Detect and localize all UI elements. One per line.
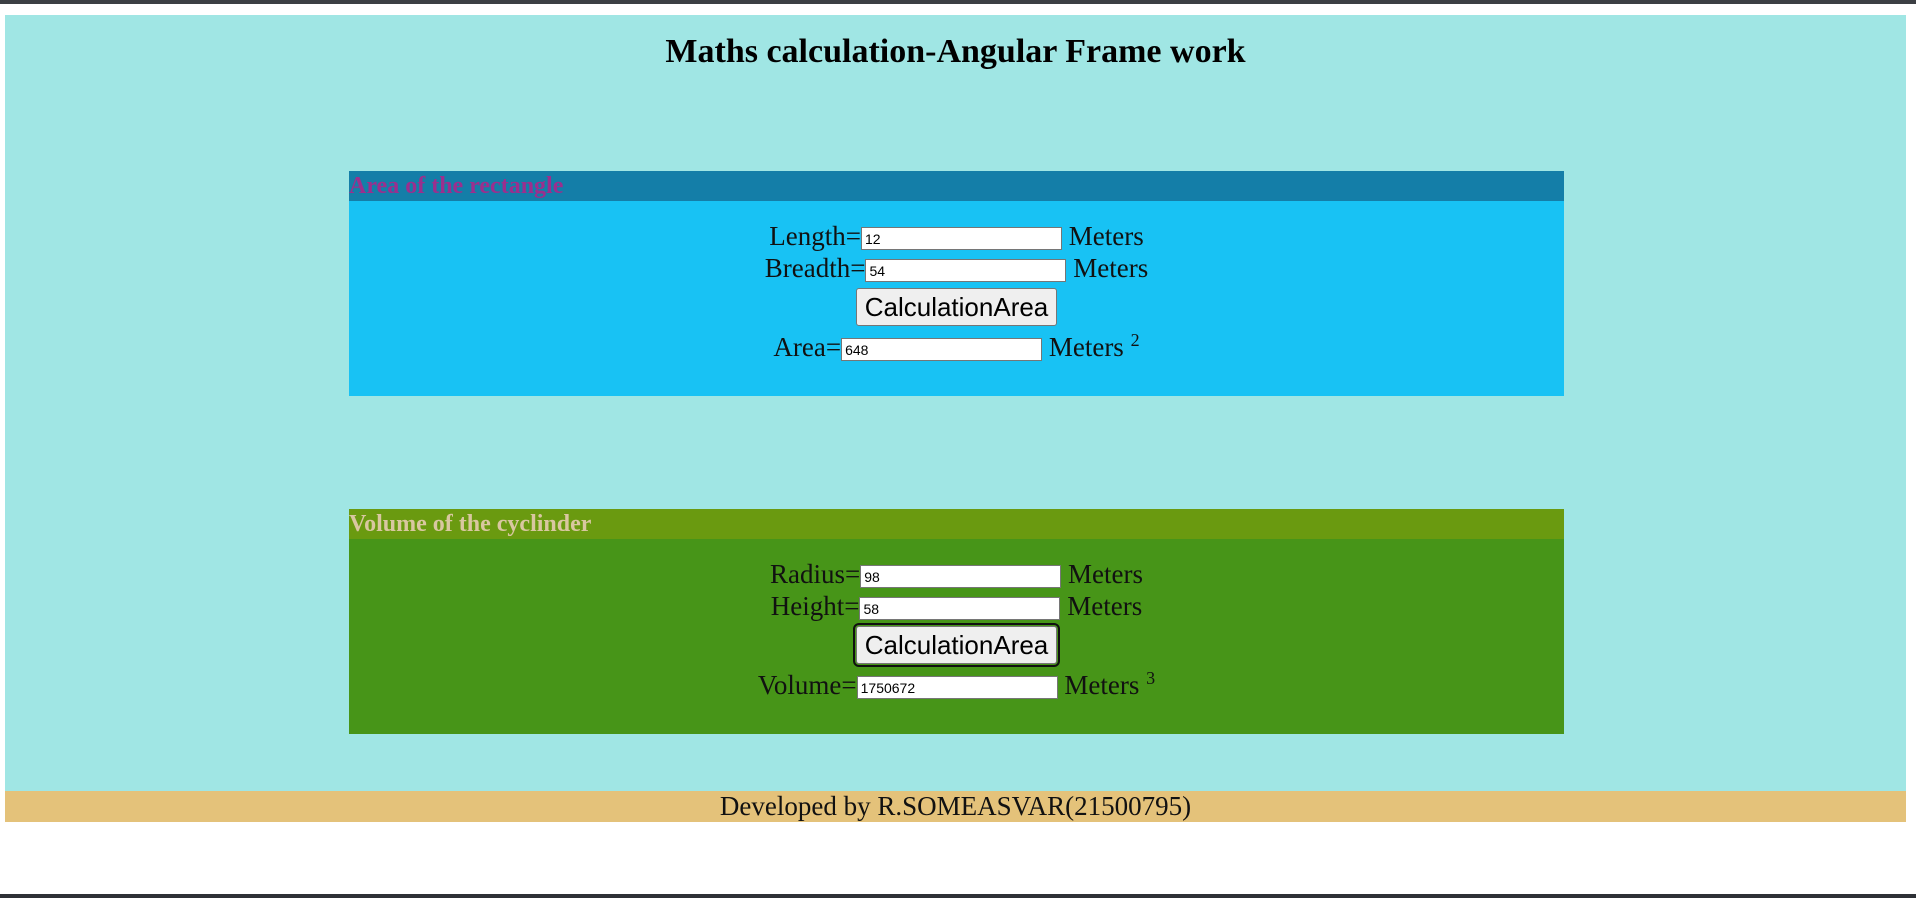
volume-label: Volume=	[757, 670, 857, 700]
volume-unit: Meters	[1064, 670, 1140, 700]
length-input[interactable]	[860, 227, 1062, 251]
footer: Developed by R.SOMEASVAR(21500795)	[5, 791, 1906, 822]
length-row: Length= Meters	[349, 221, 1564, 252]
breadth-row: Breadth= Meters	[349, 253, 1564, 284]
area-output[interactable]	[841, 338, 1043, 362]
footer-credit: Developed by R.SOMEASVAR(21500795)	[719, 791, 1192, 821]
area-row: Area= Meters 2	[349, 330, 1564, 363]
rectangle-button-row: CalculationArea	[349, 288, 1564, 326]
cylinder-button-row: CalculationArea	[349, 623, 1564, 667]
browser-bottom-bar	[0, 894, 1916, 898]
cylinder-panel-body: Radius= Meters Height= Meters Calculatio…	[349, 539, 1564, 734]
rectangle-panel: Area of the rectangle Length= Meters Bre…	[349, 171, 1564, 396]
breadth-label: Breadth=	[764, 253, 866, 283]
breadth-input[interactable]	[865, 259, 1067, 283]
length-unit: Meters	[1068, 221, 1144, 251]
length-label: Length=	[769, 221, 861, 251]
area-unit: Meters	[1048, 332, 1124, 362]
volume-output[interactable]	[856, 676, 1058, 700]
calculate-area-button[interactable]: CalculationArea	[855, 288, 1058, 326]
browser-top-bar	[0, 0, 1916, 4]
cylinder-heading: Volume of the cyclinder	[349, 511, 592, 537]
breadth-unit: Meters	[1073, 253, 1149, 283]
radius-input[interactable]	[860, 565, 1062, 589]
page-title: Maths calculation-Angular Frame work	[665, 33, 1246, 70]
app-container: Maths calculation-Angular Frame work Are…	[5, 15, 1906, 822]
radius-unit: Meters	[1068, 559, 1143, 589]
height-row: Height= Meters	[349, 591, 1564, 622]
volume-exponent: 3	[1146, 668, 1156, 688]
cylinder-panel-header: Volume of the cyclinder	[349, 509, 1564, 539]
calculate-volume-button[interactable]: CalculationArea	[852, 623, 1061, 667]
volume-row: Volume= Meters 3	[349, 668, 1564, 701]
area-exponent: 2	[1130, 330, 1140, 350]
radius-label: Radius=	[770, 559, 861, 589]
rectangle-panel-body: Length= Meters Breadth= Meters Calculati…	[349, 201, 1564, 396]
area-label: Area=	[773, 332, 842, 362]
height-label: Height=	[770, 591, 860, 621]
rectangle-heading: Area of the rectangle	[349, 173, 564, 199]
height-input[interactable]	[859, 597, 1061, 621]
radius-row: Radius= Meters	[349, 559, 1564, 590]
height-unit: Meters	[1067, 591, 1143, 621]
rectangle-panel-header: Area of the rectangle	[349, 171, 1564, 201]
cylinder-panel: Volume of the cyclinder Radius= Meters H…	[349, 509, 1564, 734]
